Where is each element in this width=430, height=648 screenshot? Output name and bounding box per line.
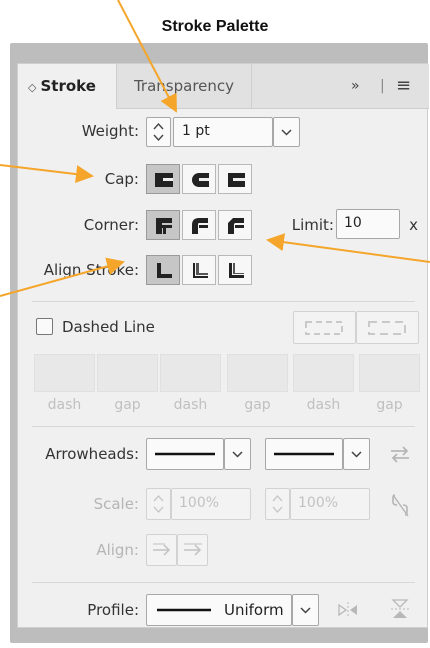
arrow-to-cap [0,164,94,184]
arrow-to-align-stroke [0,257,125,297]
arrow-to-weight [117,0,177,113]
annotation-arrows [0,0,430,297]
arrow-to-limit [266,233,430,263]
